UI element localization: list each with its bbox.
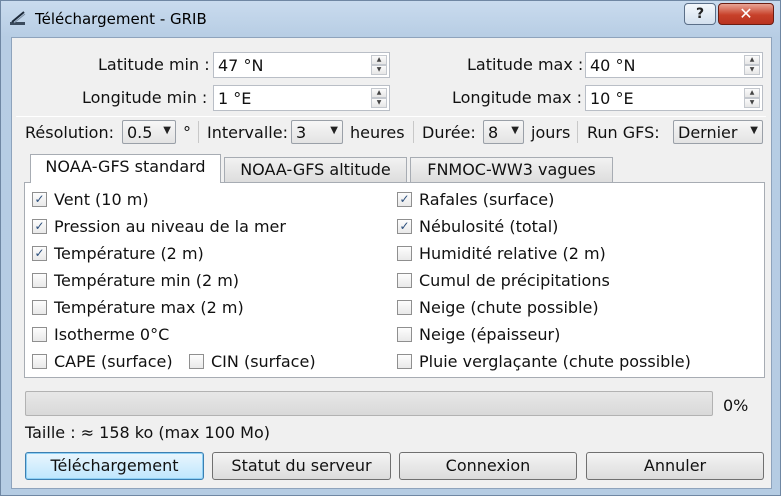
checkbox-label: Humidité relative (2 m) [419, 244, 606, 263]
interval-label: Intervalle: [207, 123, 288, 142]
progress-percent: 0% [723, 396, 749, 415]
longitude-max-down-arrow-icon[interactable]: ▼ [744, 98, 760, 108]
checkbox-label: Neige (chute possible) [419, 298, 599, 317]
longitude-min-value: 1 °E [218, 89, 252, 108]
latitude-max-up-arrow-icon[interactable]: ▲ [744, 55, 760, 65]
chevron-down-icon: ▼ [750, 125, 758, 136]
checkbox-unchecked-icon[interactable] [397, 273, 412, 288]
download-button[interactable]: Téléchargement [25, 452, 204, 480]
checkbox-label: Température (2 m) [54, 244, 204, 263]
duration-label: Durée: [422, 123, 476, 142]
checkbox-unchecked-icon[interactable] [32, 273, 47, 288]
checkbox-label: Vent (10 m) [54, 190, 149, 209]
dialog-client-area: Latitude min : 47 °N ▲ ▼ Latitude max : … [11, 37, 772, 489]
checkbox-checked-icon[interactable]: ✓ [32, 246, 47, 261]
resolution-select[interactable]: 0.5 ▼ [122, 120, 176, 144]
checkbox-label: Pluie verglaçante (chute possible) [419, 352, 691, 371]
tab-panel-gfs-standard: ✓ Vent (10 m) ✓ Pression au niveau de la me… [24, 182, 765, 378]
latitude-min-down-arrow-icon[interactable]: ▼ [371, 65, 387, 75]
checkbox-unchecked-icon[interactable] [397, 300, 412, 315]
longitude-min-spinbox[interactable]: 1 °E ▲ ▼ [213, 85, 390, 111]
interval-unit: heures [350, 123, 405, 142]
longitude-min-up-arrow-icon[interactable]: ▲ [371, 88, 387, 98]
latitude-min-value: 47 °N [218, 56, 264, 75]
resolution-value: 0.5 [127, 123, 153, 142]
separator [16, 116, 766, 117]
server-status-button[interactable]: Statut du serveur [212, 452, 391, 480]
checkbox-unchecked-icon[interactable] [32, 300, 47, 315]
tab-noaa-gfs-standard[interactable]: NOAA-GFS standard [30, 154, 221, 183]
cancel-button[interactable]: Annuler [586, 452, 764, 480]
checkbox-label: Température max (2 m) [54, 298, 244, 317]
chevron-down-icon: ▼ [511, 125, 519, 136]
resolution-unit: ° [183, 123, 191, 142]
checkbox-label: Rafales (surface) [419, 190, 555, 209]
checkbox-unchecked-icon[interactable] [397, 354, 412, 369]
duration-unit: jours [531, 123, 571, 142]
latitude-min-spinbox[interactable]: 47 °N ▲ ▼ [213, 52, 390, 78]
run-gfs-label: Run GFS: [587, 123, 660, 142]
checkbox-unchecked-icon[interactable] [32, 327, 47, 342]
interval-value: 3 [296, 123, 307, 142]
dialog-window: Téléchargement - GRIB ? ✕ Latitude min :… [0, 0, 781, 496]
app-pen-icon [10, 11, 26, 25]
latitude-max-label: Latitude max : [467, 55, 584, 74]
checkbox-label: Nébulosité (total) [419, 217, 559, 236]
checkbox-label: Neige (épaisseur) [419, 325, 561, 344]
checkbox-checked-icon[interactable]: ✓ [32, 192, 47, 207]
checkbox-checked-icon[interactable]: ✓ [397, 219, 412, 234]
checkbox-label: Isotherme 0°C [54, 325, 170, 344]
checkbox-label: Température min (2 m) [54, 271, 240, 290]
checkbox-label: Pression au niveau de la mer [54, 217, 286, 236]
checkbox-checked-icon[interactable]: ✓ [397, 192, 412, 207]
resolution-label: Résolution: [25, 123, 114, 142]
size-info: Taille : ≈ 158 ko (max 100 Mo) [25, 423, 271, 442]
longitude-max-label: Longitude max : [452, 88, 582, 107]
checkbox-label: Cumul de précipitations [419, 271, 610, 290]
title-bar[interactable]: Téléchargement - GRIB ? ✕ [1, 1, 780, 37]
chevron-down-icon: ▼ [163, 125, 171, 136]
duration-select[interactable]: 8 ▼ [483, 120, 524, 144]
longitude-min-label: Longitude min : [82, 88, 208, 107]
run-gfs-value: Dernier [678, 123, 738, 142]
latitude-max-down-arrow-icon[interactable]: ▼ [744, 65, 760, 75]
latitude-min-label: Latitude min : [98, 55, 210, 74]
divider [198, 121, 199, 143]
download-progress-bar [25, 391, 713, 416]
checkbox-unchecked-icon[interactable] [32, 354, 47, 369]
longitude-max-up-arrow-icon[interactable]: ▲ [744, 88, 760, 98]
longitude-min-down-arrow-icon[interactable]: ▼ [371, 98, 387, 108]
window-title: Téléchargement - GRIB [35, 10, 207, 28]
chevron-down-icon: ▼ [330, 125, 338, 136]
latitude-max-value: 40 °N [590, 56, 636, 75]
longitude-max-value: 10 °E [590, 89, 634, 108]
interval-select[interactable]: 3 ▼ [291, 120, 343, 144]
help-button[interactable]: ? [684, 3, 716, 25]
divider [577, 121, 578, 143]
checkbox-unchecked-icon[interactable] [189, 354, 204, 369]
run-gfs-select[interactable]: Dernier ▼ [673, 120, 763, 144]
tab-fnmoc-ww3-vagues[interactable]: FNMOC-WW3 vagues [410, 157, 613, 183]
duration-value: 8 [488, 123, 499, 142]
checkbox-label: CIN (surface) [211, 352, 316, 371]
latitude-min-up-arrow-icon[interactable]: ▲ [371, 55, 387, 65]
connect-button[interactable]: Connexion [399, 452, 577, 480]
longitude-max-spinbox[interactable]: 10 °E ▲ ▼ [585, 85, 763, 111]
checkbox-unchecked-icon[interactable] [397, 327, 412, 342]
checkbox-unchecked-icon[interactable] [397, 246, 412, 261]
tab-noaa-gfs-altitude[interactable]: NOAA-GFS altitude [224, 157, 407, 183]
checkbox-checked-icon[interactable]: ✓ [32, 219, 47, 234]
divider [413, 121, 414, 143]
close-button[interactable]: ✕ [718, 3, 774, 25]
latitude-max-spinbox[interactable]: 40 °N ▲ ▼ [585, 52, 763, 78]
checkbox-label: CAPE (surface) [54, 352, 173, 371]
